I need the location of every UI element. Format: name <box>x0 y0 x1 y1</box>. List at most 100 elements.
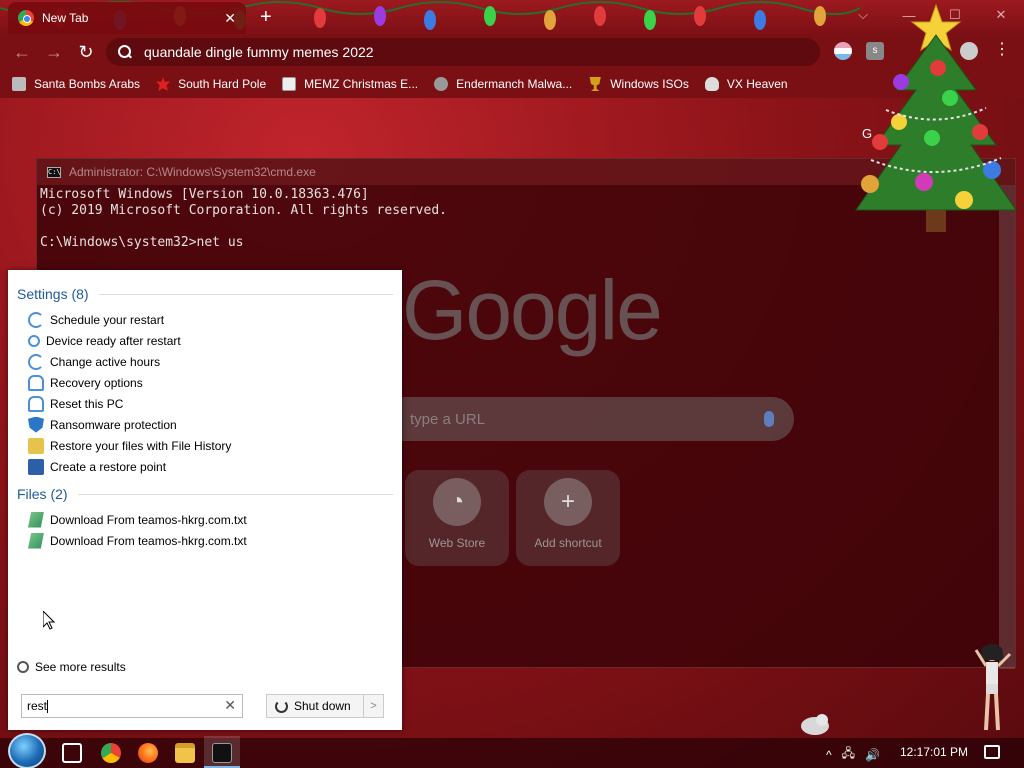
see-more-results-link[interactable]: See more results <box>17 660 126 674</box>
shortcut-label: Add shortcut <box>534 536 602 550</box>
cmd-title: Administrator: C:\Windows\System32\cmd.e… <box>69 165 316 179</box>
raccoon-icon <box>434 77 449 91</box>
shut-down-button[interactable]: Shut down > <box>266 694 384 718</box>
sync-icon <box>28 353 44 370</box>
maple-leaf-icon <box>156 77 171 91</box>
bookmark-item[interactable]: Endermanch Malwa... <box>434 77 572 91</box>
start-button[interactable] <box>8 733 46 768</box>
result-label: Schedule your restart <box>50 312 165 327</box>
start-search-panel: Settings (8) Schedule your restart Devic… <box>8 270 402 730</box>
chrome-icon <box>18 10 34 26</box>
divider <box>98 293 393 295</box>
chrome-icon[interactable] <box>101 743 121 763</box>
search-query-text[interactable]: rest <box>27 699 47 713</box>
bookmark-item[interactable]: South Hard Pole <box>156 77 266 91</box>
system-tray: ^ 🖧 🔊 <box>826 744 880 765</box>
seal-decoration <box>801 714 829 735</box>
person-icon <box>28 374 44 391</box>
settings-result-ransomware-protection[interactable]: Ransomware protection <box>28 414 388 435</box>
divider <box>77 493 393 495</box>
cmd-scrollbar[interactable] <box>999 185 1015 669</box>
clear-search-button[interactable]: ✕ <box>224 697 236 714</box>
microphone-icon[interactable] <box>764 411 774 427</box>
result-label: Download From teamos-hkrg.com.txt <box>50 512 247 527</box>
tab-new-tab[interactable]: New Tab ✕ <box>8 2 246 34</box>
file-result[interactable]: Download From teamos-hkrg.com.txt <box>28 509 388 530</box>
settings-result-recovery-options[interactable]: Recovery options <box>28 372 388 393</box>
start-search-input[interactable]: rest ✕ <box>21 694 243 718</box>
omnibox[interactable]: quandale dingle fummy memes 2022 <box>106 38 820 66</box>
task-view-icon[interactable] <box>62 743 82 763</box>
search-icon <box>17 661 29 673</box>
forward-button[interactable]: → <box>42 40 66 64</box>
see-more-label: See more results <box>35 660 126 674</box>
files-group-header: Files (2) <box>17 486 393 502</box>
result-label: Download From teamos-hkrg.com.txt <box>50 533 247 548</box>
webstore-icon: ◔ <box>433 478 481 526</box>
result-label: Recovery options <box>50 375 143 390</box>
bookmark-item[interactable]: VX Heaven <box>704 77 788 91</box>
taskbar-clock[interactable]: 12:17:01 PM <box>900 745 968 759</box>
bookmark-label: VX Heaven <box>726 77 788 91</box>
power-icon <box>275 699 288 713</box>
bookmark-label: Endermanch Malwa... <box>456 77 573 91</box>
settings-result-reset-pc[interactable]: Reset this PC <box>28 393 388 414</box>
settings-result-active-hours[interactable]: Change active hours <box>28 351 388 372</box>
person-icon <box>28 395 44 412</box>
omnibox-text[interactable]: quandale dingle fummy memes 2022 <box>144 44 374 60</box>
magnifier-icon <box>28 334 40 347</box>
shut-down-label: Shut down <box>294 699 351 713</box>
shortcut-add[interactable]: + Add shortcut <box>516 470 620 566</box>
file-result[interactable]: Download From teamos-hkrg.com.txt <box>28 530 388 551</box>
settings-header-label: Settings (8) <box>17 286 89 302</box>
back-button[interactable]: ← <box>10 40 34 64</box>
settings-result-file-history[interactable]: Restore your files with File History <box>28 435 388 456</box>
dancing-figure-decoration <box>974 644 1012 731</box>
restore-point-icon <box>28 458 44 475</box>
shutdown-options-button[interactable]: > <box>363 695 383 717</box>
action-center-icon[interactable] <box>984 745 1000 759</box>
close-tab-button[interactable]: ✕ <box>224 10 236 27</box>
skull-icon <box>704 77 719 91</box>
bookmark-item[interactable]: Santa Bombs Arabs <box>12 77 140 91</box>
shield-icon <box>28 416 44 433</box>
show-hidden-icons-button[interactable]: ^ <box>826 748 832 762</box>
bookmark-label: MEMZ Christmas E... <box>304 77 419 91</box>
firefox-icon[interactable] <box>138 743 158 763</box>
shortcut-web-store[interactable]: ◔ Web Store <box>405 470 509 566</box>
shortcut-label: Web Store <box>428 536 486 550</box>
volume-icon[interactable]: 🔊 <box>865 748 880 762</box>
network-icon[interactable]: 🖧 <box>842 744 855 765</box>
result-label: Device ready after restart <box>46 333 181 348</box>
ntp-search-box[interactable]: type a URL <box>402 397 794 441</box>
notepad-icon <box>28 511 44 528</box>
notepad-icon <box>28 532 44 549</box>
bookmark-item[interactable]: MEMZ Christmas E... <box>282 77 418 91</box>
files-header-label: Files (2) <box>17 486 68 502</box>
settings-result-device-ready[interactable]: Device ready after restart <box>28 330 388 351</box>
result-label: Change active hours <box>50 354 161 369</box>
christmas-tree-decoration <box>855 3 1017 232</box>
bookmark-label: Windows ISOs <box>610 77 689 91</box>
trophy-icon <box>589 77 601 91</box>
plus-icon: + <box>544 478 592 526</box>
new-tab-button[interactable]: + <box>260 6 272 29</box>
settings-result-schedule-restart[interactable]: Schedule your restart <box>28 309 388 330</box>
result-label: Ransomware protection <box>50 417 177 432</box>
mouse-cursor-icon <box>43 611 55 630</box>
cmd-taskbar-icon[interactable] <box>212 743 232 763</box>
settings-group-header: Settings (8) <box>17 286 393 302</box>
ntp-search-placeholder: type a URL <box>410 410 486 428</box>
settings-result-restore-point[interactable]: Create a restore point <box>28 456 388 477</box>
search-icon <box>118 45 132 59</box>
result-label: Restore your files with File History <box>50 438 232 453</box>
file-explorer-icon[interactable] <box>175 743 195 763</box>
result-label: Create a restore point <box>50 459 167 474</box>
google-logo: Google <box>402 263 663 357</box>
reload-button[interactable]: ↻ <box>74 40 98 64</box>
sync-icon <box>28 311 44 328</box>
file-history-icon <box>28 437 44 454</box>
bookmark-item[interactable]: Windows ISOs <box>588 77 689 91</box>
bookmark-label: South Hard Pole <box>178 77 267 91</box>
result-label: Reset this PC <box>50 396 124 411</box>
